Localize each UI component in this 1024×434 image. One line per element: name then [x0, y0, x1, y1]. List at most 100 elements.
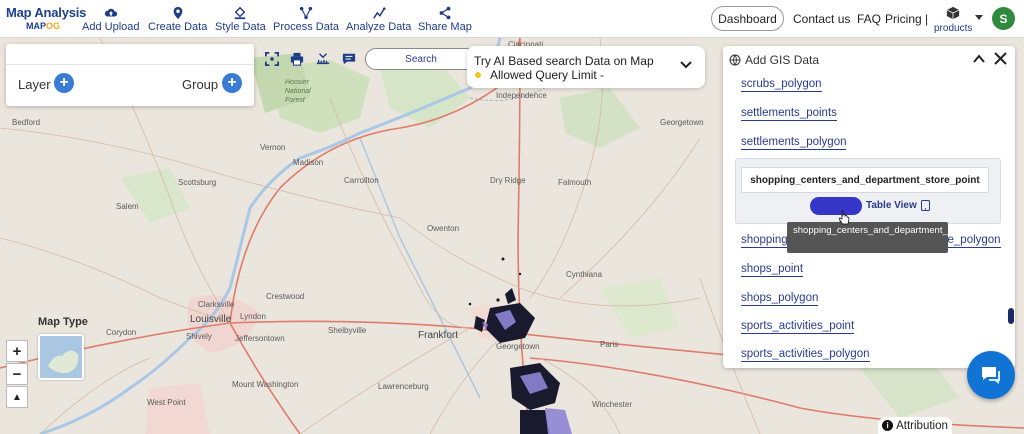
gis-dataset-link[interactable]: sports_activities_point: [741, 319, 855, 334]
nav-process-data-label: Process Data: [273, 21, 340, 33]
add-group-button[interactable]: +: [222, 73, 242, 93]
reset-north-button[interactable]: ▲: [6, 386, 28, 408]
nav-analyze-data[interactable]: Analyze Data: [346, 4, 411, 33]
place-label: Paris: [600, 340, 619, 349]
place-label: West Point: [147, 398, 186, 407]
chevron-down-icon[interactable]: [679, 60, 693, 70]
zoom-out-button[interactable]: −: [6, 363, 28, 385]
dataset-tooltip: shopping_centers_and_department_store_po…: [787, 217, 995, 253]
place-label: Jeffersontown: [235, 334, 285, 343]
nav-style-data[interactable]: Style Data: [215, 4, 266, 33]
place-label: Corydon: [106, 328, 137, 337]
logo-sub-a: MAP: [26, 21, 46, 31]
gis-panel-title: Add GIS Data: [745, 53, 820, 67]
place-label: Salem: [116, 202, 139, 211]
map-pin-icon: [173, 6, 183, 19]
gis-dataset-link[interactable]: scrubs_polygon: [741, 77, 822, 92]
place-label: Winchester: [592, 400, 633, 409]
attribution-label: Attribution: [896, 419, 948, 432]
map-search-input[interactable]: Search: [365, 48, 477, 70]
paint-bucket-icon: [235, 6, 246, 19]
gis-dataset-link[interactable]: settlements_polygon: [741, 135, 847, 150]
ai-search-panel[interactable]: Try AI Based search Data on Map Allowed …: [467, 46, 705, 88]
group-label: Group: [182, 77, 219, 92]
place-label: Clarksville: [198, 300, 235, 309]
dashboard-button[interactable]: Dashboard: [711, 6, 784, 31]
selected-dataset-card: shopping_centers_and_department_store_po…: [735, 158, 1001, 224]
globe-icon: [729, 54, 741, 66]
cube-icon: [946, 6, 960, 20]
pointer-cursor-icon: [838, 210, 850, 225]
place-label: Owenton: [427, 224, 460, 233]
nav-create-data[interactable]: Create Data: [148, 4, 207, 33]
place-label: Hoosier National Forest: [285, 79, 311, 104]
faq-link[interactable]: FAQ: [857, 12, 881, 26]
nav-analyze-data-label: Analyze Data: [346, 21, 412, 33]
place-label: Cynthiana: [566, 270, 603, 279]
chevron-down-icon[interactable]: [975, 15, 983, 20]
bulb-icon: [475, 72, 481, 78]
place-label: Carrollton: [344, 176, 379, 185]
map-type-switcher[interactable]: [38, 334, 84, 380]
share-icon: [439, 6, 451, 19]
chevron-up-icon[interactable]: [973, 54, 985, 64]
nav-style-data-label: Style Data: [215, 21, 266, 33]
selected-dataset-name: shopping_centers_and_department_store_po…: [741, 167, 989, 193]
close-icon[interactable]: [994, 52, 1007, 65]
print-button[interactable]: [290, 52, 306, 68]
add-layer-button[interactable]: +: [54, 73, 74, 93]
gis-panel-header: Add GIS Data: [729, 53, 819, 67]
place-label: Mount Washington: [232, 380, 299, 389]
chat-button[interactable]: [967, 351, 1015, 399]
map-thumbnail-icon: [40, 336, 82, 378]
place-label: Vernon: [260, 143, 286, 152]
place-label: Louisville: [190, 314, 232, 325]
nav-add-upload-label: Add Upload: [82, 21, 140, 33]
place-label: Madison: [293, 158, 324, 167]
logo-title: Map Analysis: [6, 5, 87, 20]
logo-subtitle: MAPOG: [26, 21, 76, 31]
app-logo[interactable]: Map Analysis MAPOG: [6, 5, 87, 31]
fullscreen-icon: [265, 52, 279, 66]
ai-search-title: Try AI Based search Data on Map: [474, 54, 654, 68]
logo-sub-b: OG: [46, 21, 61, 31]
comment-icon: [342, 53, 356, 65]
attribution-button[interactable]: i Attribution: [878, 417, 952, 434]
place-label: Shelbyville: [328, 326, 367, 335]
layer-panel: Layer + Group +: [6, 44, 254, 106]
chat-icon: [982, 367, 1000, 384]
user-avatar[interactable]: S: [992, 7, 1015, 30]
top-navbar: Map Analysis MAPOG Add Upload Create Dat…: [0, 0, 1024, 38]
layer-label: Layer: [18, 77, 51, 92]
layer-panel-divider: [6, 64, 254, 65]
nav-share-map[interactable]: Share Map: [418, 4, 472, 33]
print-icon: [290, 52, 304, 66]
analyze-icon: [372, 6, 386, 19]
gis-dataset-link[interactable]: shops_point: [741, 262, 804, 277]
zoom-in-button[interactable]: +: [6, 340, 28, 362]
add-dataset-button[interactable]: [810, 197, 862, 215]
contact-us-link[interactable]: Contact us: [793, 12, 850, 26]
place-label: Scottsburg: [178, 178, 217, 187]
place-label: Georgetown: [496, 342, 540, 351]
place-label: Crestwood: [266, 292, 305, 301]
place-label: Georgetown: [660, 118, 704, 127]
place-label: Frankfort: [418, 330, 459, 341]
measure-button[interactable]: [316, 52, 332, 68]
nav-process-data[interactable]: Process Data: [273, 4, 339, 33]
gis-dataset-link[interactable]: shops_polygon: [741, 291, 819, 306]
pricing-link[interactable]: Pricing |: [885, 12, 928, 26]
table-view-button[interactable]: Table View: [866, 200, 930, 211]
gis-panel-scrollbar[interactable]: [1008, 308, 1014, 324]
gis-dataset-link[interactable]: settlements_points: [741, 106, 837, 121]
measure-icon: [316, 53, 330, 65]
fullscreen-button[interactable]: [265, 52, 281, 68]
place-label: Falmouth: [558, 178, 592, 187]
products-menu[interactable]: products: [934, 6, 972, 34]
place-label: Dry Ridge: [490, 176, 526, 185]
nav-add-upload[interactable]: Add Upload: [82, 4, 140, 33]
place-label: Lyndon: [240, 312, 266, 321]
gis-dataset-link[interactable]: sports_activities_polygon: [741, 347, 870, 362]
place-label: Shively: [186, 332, 212, 341]
comment-button[interactable]: [342, 52, 358, 68]
